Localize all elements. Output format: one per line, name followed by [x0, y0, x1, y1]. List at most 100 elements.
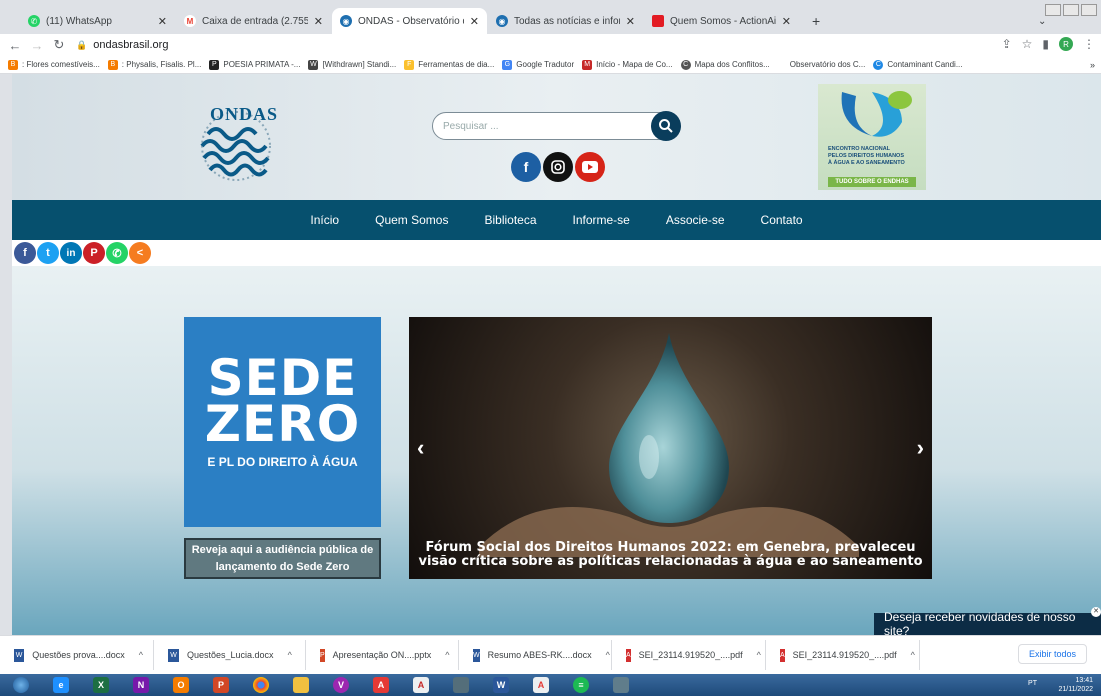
- download-item[interactable]: A SEI_23114.919520_....pdf ^: [766, 640, 920, 670]
- share-facebook-icon[interactable]: f: [14, 242, 36, 264]
- featured-slider[interactable]: ‹ › Fórum Social dos Direitos Humanos 20…: [409, 317, 932, 579]
- close-tab-icon[interactable]: ✕: [314, 15, 323, 28]
- nav-quem-somos[interactable]: Quem Somos: [375, 213, 448, 227]
- tab-actionaid[interactable]: Quem Somos - ActionAid ✕: [644, 8, 799, 34]
- slider-prev-icon[interactable]: ‹: [417, 435, 424, 461]
- close-tab-icon[interactable]: ✕: [158, 15, 167, 28]
- reload-icon[interactable]: ↻: [52, 37, 66, 53]
- bookmark-item[interactable]: G Google Tradutor: [502, 59, 574, 70]
- endhas-banner[interactable]: ENCONTRO NACIONAL PELOS DIREITOS HUMANOS…: [818, 84, 926, 190]
- newsletter-popup[interactable]: Deseja receber novidades de nosso site? …: [874, 607, 1101, 635]
- share-pinterest-icon[interactable]: P: [83, 242, 105, 264]
- show-all-downloads-button[interactable]: Exibir todos: [1017, 644, 1087, 664]
- menu-icon[interactable]: ⋮: [1083, 37, 1095, 51]
- nav-informe-se[interactable]: Informe-se: [573, 213, 630, 227]
- bookmark-item[interactable]: Observatório dos C...: [790, 60, 866, 69]
- more-bookmarks-icon[interactable]: »: [1090, 60, 1095, 70]
- side-panel-icon[interactable]: ▮: [1042, 37, 1049, 51]
- back-icon[interactable]: ←: [8, 38, 22, 53]
- facebook-icon[interactable]: f: [511, 152, 541, 182]
- slide-caption[interactable]: Fórum Social dos Direitos Humanos 2022: …: [409, 541, 932, 569]
- language-indicator[interactable]: PT: [1028, 679, 1037, 688]
- taskbar-onenote[interactable]: N: [124, 675, 158, 695]
- nav-inicio[interactable]: Início: [310, 213, 339, 227]
- slider-next-icon[interactable]: ›: [917, 435, 924, 461]
- taskbar-ie[interactable]: e: [44, 675, 78, 695]
- tab-gmail[interactable]: M Caixa de entrada (2.755) - rkxb@ ✕: [176, 8, 331, 34]
- taskbar-acrobat-reader[interactable]: A: [404, 675, 438, 695]
- minimize-button[interactable]: [1045, 4, 1061, 16]
- download-item[interactable]: W Questões prova....docx ^: [0, 640, 154, 670]
- download-item[interactable]: W Questões_Lucia.docx ^: [154, 640, 306, 670]
- taskbar-explorer[interactable]: [284, 675, 318, 695]
- share-page-icon[interactable]: ⇪: [1002, 37, 1012, 51]
- profile-avatar[interactable]: R: [1059, 37, 1073, 51]
- bookmark-item[interactable]: M Início - Mapa de Co...: [582, 59, 673, 70]
- bookmark-label: Mapa dos Conflitos...: [694, 60, 770, 69]
- download-item[interactable]: A SEI_23114.919520_....pdf ^: [612, 640, 766, 670]
- site-header: ONDAS Pesquisar ... f ENCONTRO NACIONAL: [12, 74, 1101, 200]
- bookmark-star-icon[interactable]: ☆: [1022, 37, 1033, 51]
- bookmark-item[interactable]: F Ferramentas de dia...: [404, 59, 494, 70]
- taskbar-spotify[interactable]: ≡: [564, 675, 598, 695]
- taskbar-word[interactable]: W: [484, 675, 518, 695]
- tab-whatsapp[interactable]: ✆ (11) WhatsApp ✕: [20, 8, 175, 34]
- taskbar-acrobat[interactable]: A: [364, 675, 398, 695]
- taskbar-pdf[interactable]: A: [524, 675, 558, 695]
- share-linkedin-icon[interactable]: in: [60, 242, 82, 264]
- close-tab-icon[interactable]: ✕: [782, 15, 791, 28]
- share-whatsapp-icon[interactable]: ✆: [106, 242, 128, 264]
- bookmark-item[interactable]: C Mapa dos Conflitos...: [680, 59, 770, 70]
- taskbar-network[interactable]: [444, 675, 478, 695]
- chevron-up-icon[interactable]: ^: [757, 650, 761, 660]
- nav-contato[interactable]: Contato: [761, 213, 803, 227]
- share-more-icon[interactable]: <: [129, 242, 151, 264]
- chevron-up-icon[interactable]: ^: [606, 650, 610, 660]
- tab-title: Caixa de entrada (2.755) - rkxb@: [202, 15, 308, 27]
- download-item[interactable]: P Apresentação ON....pptx ^: [306, 640, 459, 670]
- bookmark-item[interactable]: C Contaminant Candi...: [873, 59, 963, 70]
- tab-noticias[interactable]: ◉ Todas as notícias e informes do ✕: [488, 8, 643, 34]
- search-button[interactable]: [651, 111, 681, 141]
- url-field[interactable]: ondasbrasil.org: [93, 39, 168, 51]
- download-item[interactable]: W Resumo ABES-RK....docx ^: [459, 640, 612, 670]
- banner-line: À ÁGUA E AO SANEAMENTO: [828, 160, 905, 166]
- close-tab-icon[interactable]: ✕: [470, 15, 479, 28]
- bookmark-item[interactable]: W [Withdrawn] Standi...: [308, 59, 396, 70]
- new-tab-button[interactable]: +: [804, 8, 828, 34]
- taskbar-excel[interactable]: X: [84, 675, 118, 695]
- taskbar-outlook[interactable]: O: [164, 675, 198, 695]
- close-window-button[interactable]: [1081, 4, 1097, 16]
- taskbar-chrome[interactable]: [244, 675, 278, 695]
- sede-caption-link[interactable]: Reveja aqui a audiência pública de lança…: [184, 538, 381, 579]
- taskbar-powerpoint[interactable]: P: [204, 675, 238, 695]
- lock-icon[interactable]: 🔒: [76, 40, 87, 51]
- search-input[interactable]: Pesquisar ...: [432, 111, 681, 141]
- youtube-icon[interactable]: [575, 152, 605, 182]
- forward-icon[interactable]: →: [30, 38, 44, 53]
- chevron-up-icon[interactable]: ^: [445, 650, 449, 660]
- sede-subtitle: E PL DO DIREITO À ÁGUA: [207, 455, 358, 469]
- chevron-up-icon[interactable]: ^: [911, 650, 915, 660]
- ondas-logo[interactable]: ONDAS: [188, 102, 284, 184]
- banner-button[interactable]: TUDO SOBRE O ENDHAS: [828, 177, 916, 187]
- maximize-button[interactable]: [1063, 4, 1079, 16]
- instagram-icon[interactable]: [543, 152, 573, 182]
- chevron-up-icon[interactable]: ^: [139, 650, 143, 660]
- chevron-up-icon[interactable]: ^: [288, 650, 292, 660]
- close-tab-icon[interactable]: ✕: [626, 15, 635, 28]
- share-twitter-icon[interactable]: t: [37, 242, 59, 264]
- bookmark-item[interactable]: B: Flores comestíveis...: [8, 59, 100, 70]
- taskbar-calculator[interactable]: [604, 675, 638, 695]
- tab-ondas[interactable]: ◉ ONDAS - Observatório dos Direi ✕: [332, 8, 487, 34]
- bookmark-item[interactable]: B: Physalis, Fisalis. Pl...: [107, 59, 201, 70]
- taskbar-app[interactable]: V: [324, 675, 358, 695]
- clock-date[interactable]: 21/11/2022: [1058, 685, 1093, 694]
- sede-zero-image[interactable]: SEDE ZERO E PL DO DIREITO À ÁGUA: [184, 317, 381, 527]
- nav-associe-se[interactable]: Associe-se: [666, 213, 725, 227]
- clock-time[interactable]: 13:41: [1058, 676, 1093, 685]
- close-newsletter-icon[interactable]: ✕: [1091, 607, 1101, 617]
- nav-biblioteca[interactable]: Biblioteca: [484, 213, 536, 227]
- bookmark-item[interactable]: P POESIA PRIMATA -...: [209, 59, 300, 70]
- start-button[interactable]: [4, 675, 38, 695]
